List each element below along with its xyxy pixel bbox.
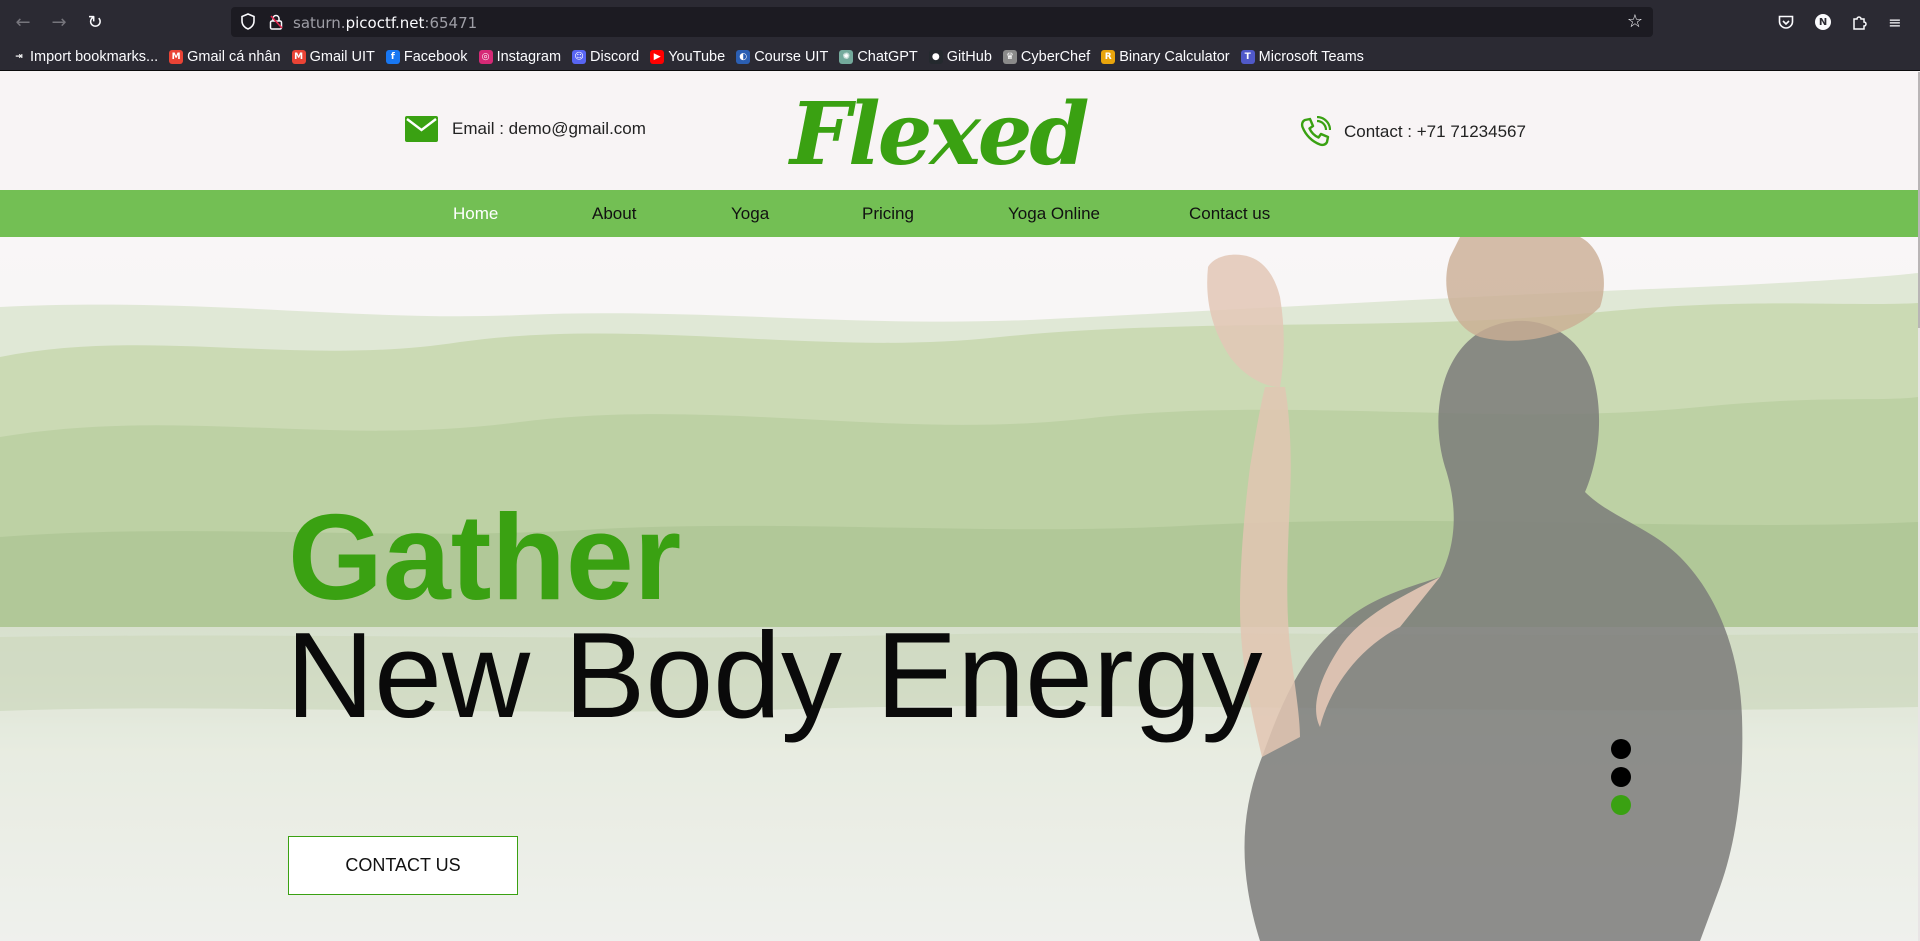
- bookmark-item[interactable]: ◐ Course UIT: [736, 49, 828, 65]
- reload-icon: ↻: [87, 11, 103, 33]
- header-email[interactable]: Email : demo@gmail.com: [405, 116, 646, 142]
- bookmark-item[interactable]: ● GitHub: [928, 49, 992, 65]
- bookmark-item[interactable]: R Binary Calculator: [1101, 49, 1230, 65]
- bookmarks-toolbar: ⇥ Import bookmarks... M Gmail cá nhân M Gmail…: [0, 44, 1920, 71]
- bookmark-label: Course UIT: [754, 49, 829, 65]
- bookmark-label: YouTube: [668, 49, 726, 65]
- reload-button[interactable]: ↻: [83, 10, 107, 34]
- bookmark-item[interactable]: ♛ CyberChef: [1002, 49, 1091, 65]
- bookmark-label: Gmail UIT: [309, 49, 375, 65]
- bookmark-label: Import bookmarks...: [30, 49, 159, 65]
- cyberchef-icon: ♛: [1002, 50, 1017, 64]
- bookmark-star-icon[interactable]: ☆: [1627, 11, 1643, 32]
- nav-link-yoga[interactable]: Yoga: [731, 204, 769, 224]
- slider-dot-1[interactable]: [1611, 739, 1631, 759]
- bookmark-item[interactable]: ▶ YouTube: [650, 49, 725, 65]
- instagram-icon: ◎: [478, 50, 493, 64]
- nav-link-about[interactable]: About: [592, 204, 636, 224]
- youtube-icon: ▶: [650, 50, 665, 64]
- hero-heading-line-1: Gather: [288, 489, 682, 625]
- bookmark-item[interactable]: M Gmail UIT: [291, 49, 375, 65]
- nav-link-home[interactable]: Home: [453, 204, 498, 224]
- back-button[interactable]: ←: [11, 10, 35, 34]
- contact-us-button[interactable]: CONTACT US: [288, 836, 518, 895]
- github-icon: ●: [928, 50, 943, 64]
- bookmark-item[interactable]: M Gmail cá nhân: [169, 49, 281, 65]
- email-text: Email : demo@gmail.com: [452, 119, 646, 138]
- slider-dot-2[interactable]: [1611, 767, 1631, 787]
- bookmark-item[interactable]: ☺ Discord: [572, 49, 639, 65]
- slider-dots: [1611, 739, 1631, 815]
- pocket-button[interactable]: [1774, 10, 1798, 34]
- nav-link-pricing[interactable]: Pricing: [862, 204, 914, 224]
- forward-button[interactable]: →: [47, 10, 71, 34]
- bookmark-item[interactable]: f Facebook: [385, 49, 468, 65]
- envelope-icon: [405, 116, 438, 142]
- lock-icon[interactable]: [269, 14, 283, 30]
- bookmark-label: Discord: [590, 49, 640, 65]
- bookmark-label: Instagram: [496, 49, 562, 65]
- gmail-icon: M: [291, 50, 306, 64]
- app-menu-button[interactable]: ≡: [1883, 10, 1907, 34]
- bookmark-item[interactable]: ✺ ChatGPT: [839, 49, 918, 65]
- site-logo[interactable]: Flexed: [790, 84, 1090, 185]
- bookmark-item[interactable]: ⇥ Import bookmarks...: [12, 49, 158, 65]
- nav-link-contact-us[interactable]: Contact us: [1189, 204, 1270, 224]
- header-contact[interactable]: Contact : +71 71234567: [1299, 116, 1526, 148]
- extensions-button[interactable]: [1847, 10, 1871, 34]
- bookmark-label: Gmail cá nhân: [187, 49, 281, 65]
- phone-icon: [1300, 116, 1331, 147]
- main-navigation: Home About Yoga Pricing Yoga Online Cont…: [0, 190, 1918, 237]
- hamburger-menu-icon: ≡: [1888, 12, 1902, 32]
- browser-toolbar: ← → ↻ saturn.picoctf.net:65471 ☆ N ≡: [0, 0, 1920, 44]
- hero-heading-line-2: New Body Energy: [286, 607, 1263, 743]
- bookmark-label: GitHub: [946, 49, 992, 65]
- pocket-icon: [1778, 15, 1794, 29]
- bookmark-label: Binary Calculator: [1119, 49, 1230, 65]
- account-button[interactable]: N: [1811, 10, 1835, 34]
- forward-arrow-icon: →: [51, 11, 67, 33]
- course-uit-icon: ◐: [736, 50, 751, 64]
- tracking-shield-icon[interactable]: [241, 13, 255, 30]
- web-page: Email : demo@gmail.com Flexed Contact : …: [0, 72, 1918, 941]
- bookmark-label: Microsoft Teams: [1258, 49, 1364, 65]
- bookmark-item[interactable]: ◎ Instagram: [478, 49, 562, 65]
- back-arrow-icon: ←: [15, 11, 31, 33]
- site-header: Email : demo@gmail.com Flexed Contact : …: [0, 72, 1918, 190]
- account-avatar-icon: N: [1815, 14, 1831, 30]
- teams-icon: T: [1240, 50, 1255, 64]
- url-text: saturn.picoctf.net:65471: [293, 14, 478, 32]
- binary-calculator-icon: R: [1101, 50, 1116, 64]
- contact-text: Contact : +71 71234567: [1344, 122, 1526, 141]
- address-bar[interactable]: saturn.picoctf.net:65471 ☆: [231, 7, 1653, 37]
- nav-link-yoga-online[interactable]: Yoga Online: [1008, 204, 1100, 224]
- import-icon: ⇥: [12, 50, 26, 64]
- discord-icon: ☺: [572, 50, 587, 64]
- puzzle-icon: [1853, 16, 1867, 30]
- bookmark-label: Facebook: [403, 49, 468, 65]
- gmail-icon: M: [169, 50, 184, 64]
- bookmark-item[interactable]: T Microsoft Teams: [1240, 49, 1364, 65]
- hero-slider: Gather New Body Energy CONTACT US: [0, 237, 1918, 941]
- chatgpt-icon: ✺: [839, 50, 854, 64]
- slider-dot-3[interactable]: [1611, 795, 1631, 815]
- facebook-icon: f: [385, 50, 400, 64]
- bookmark-label: ChatGPT: [857, 49, 918, 65]
- bookmark-label: CyberChef: [1020, 49, 1091, 65]
